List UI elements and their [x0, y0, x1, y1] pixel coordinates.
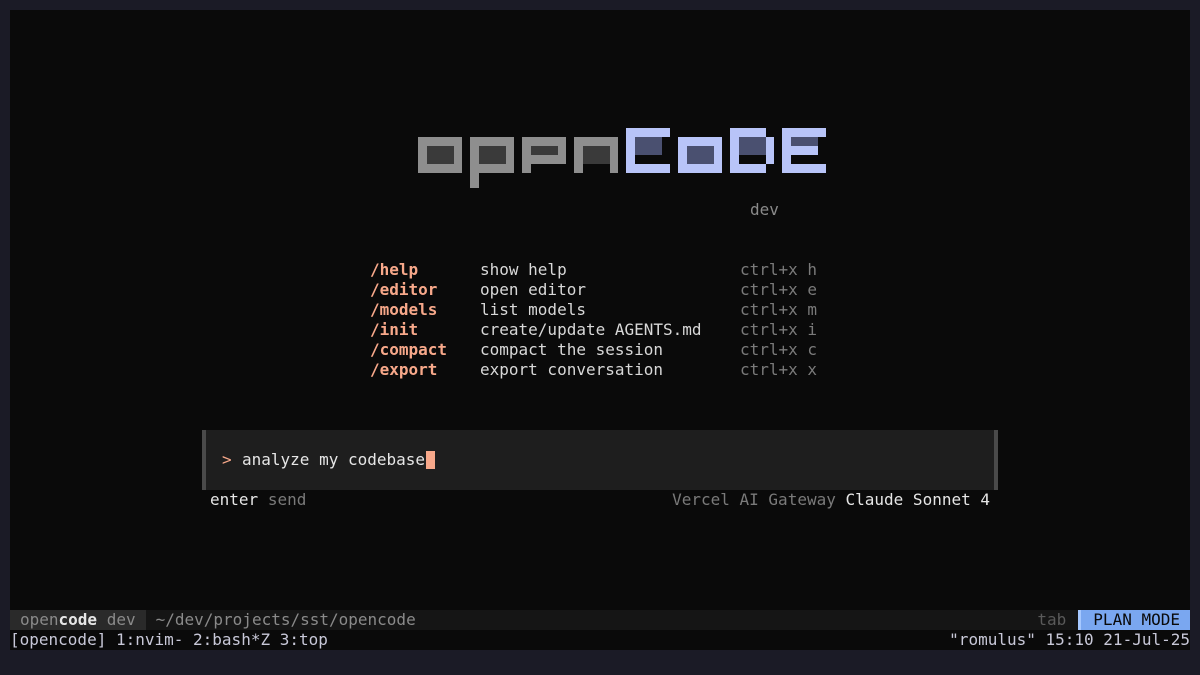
logo-letter-d — [730, 128, 774, 173]
current-directory: ~/dev/projects/sst/opencode — [155, 610, 416, 629]
text-cursor — [426, 450, 436, 469]
logo-letter-e — [522, 137, 566, 173]
command-name: /compact — [370, 340, 448, 359]
command-description: create/update AGENTS.md — [480, 320, 702, 339]
logo-letter-c — [626, 128, 670, 173]
tmux-status-bar: [opencode] 1:nvim- 2:bash*Z 3:top "romul… — [10, 630, 1190, 650]
terminal-window: dev /help show help ctrl+x h/editor open ed… — [10, 10, 1190, 650]
prompt-input[interactable]: > analyze my codebase — [202, 430, 998, 490]
command-shortcut: ctrl+x x — [740, 360, 818, 379]
logo-letter-o — [418, 137, 462, 173]
logo-subtitle: dev — [750, 200, 779, 219]
opencode-logo — [418, 128, 826, 188]
model-label: Claude Sonnet 4 — [845, 490, 991, 509]
command-row[interactable]: /compact compact the session ctrl+x c — [370, 340, 817, 360]
command-shortcut: ctrl+x h — [740, 260, 818, 279]
send-hint: enter send — [210, 490, 306, 509]
input-hints: enter send Vercel AI Gateway Claude Sonn… — [210, 490, 990, 509]
tab-hint: tab — [1037, 610, 1067, 629]
command-description: compact the session — [480, 340, 664, 359]
command-description: export conversation — [480, 360, 664, 379]
command-list: /help show help ctrl+x h/editor open editor… — [370, 260, 817, 380]
status-bar: opencode dev ~/dev/projects/sst/opencode… — [10, 610, 1190, 630]
enter-key-label: enter — [210, 490, 259, 509]
command-description: open editor — [480, 280, 586, 299]
command-shortcut: ctrl+x e — [740, 280, 818, 299]
app-name-tag: opencode dev — [10, 610, 146, 630]
command-row[interactable]: /help show help ctrl+x h — [370, 260, 817, 280]
command-row[interactable]: /editor open editor ctrl+x e — [370, 280, 817, 300]
command-name: /editor — [370, 280, 438, 299]
app-name-prefix: open — [20, 610, 59, 629]
logo-letter-o — [678, 137, 722, 173]
command-description: show help — [480, 260, 567, 279]
command-shortcut: ctrl+x i — [740, 320, 818, 339]
command-name: /init — [370, 320, 419, 339]
provider-label: Vercel AI Gateway — [672, 490, 836, 509]
command-shortcut: ctrl+x m — [740, 300, 818, 319]
logo-letter-e — [782, 128, 826, 173]
tmux-host-time: "romulus" 15:10 21-Jul-25 — [949, 630, 1190, 649]
command-name: /help — [370, 260, 419, 279]
prompt-caret: > — [222, 450, 232, 469]
command-row[interactable]: /init create/update AGENTS.md ctrl+x i — [370, 320, 817, 340]
command-description: list models — [480, 300, 586, 319]
app-name-bold: code — [58, 610, 98, 629]
logo-letters — [418, 128, 826, 188]
plan-mode-badge[interactable]: PLAN MODE — [1078, 610, 1190, 630]
app-name-suffix: dev — [106, 610, 136, 629]
model-info[interactable]: Vercel AI Gateway Claude Sonnet 4 — [672, 490, 990, 509]
prompt-value: analyze my codebase — [242, 450, 426, 469]
tmux-windows[interactable]: [opencode] 1:nvim- 2:bash*Z 3:top — [10, 630, 328, 650]
command-shortcut: ctrl+x c — [740, 340, 818, 359]
command-name: /models — [370, 300, 438, 319]
logo-letter-n — [574, 137, 618, 173]
logo-letter-p — [470, 137, 514, 188]
command-name: /export — [370, 360, 438, 379]
prompt-input-text[interactable]: analyze my codebase — [242, 450, 436, 469]
command-row[interactable]: /models list models ctrl+x m — [370, 300, 817, 320]
send-action-label: send — [267, 490, 307, 509]
command-row[interactable]: /export export conversation ctrl+x x — [370, 360, 817, 380]
